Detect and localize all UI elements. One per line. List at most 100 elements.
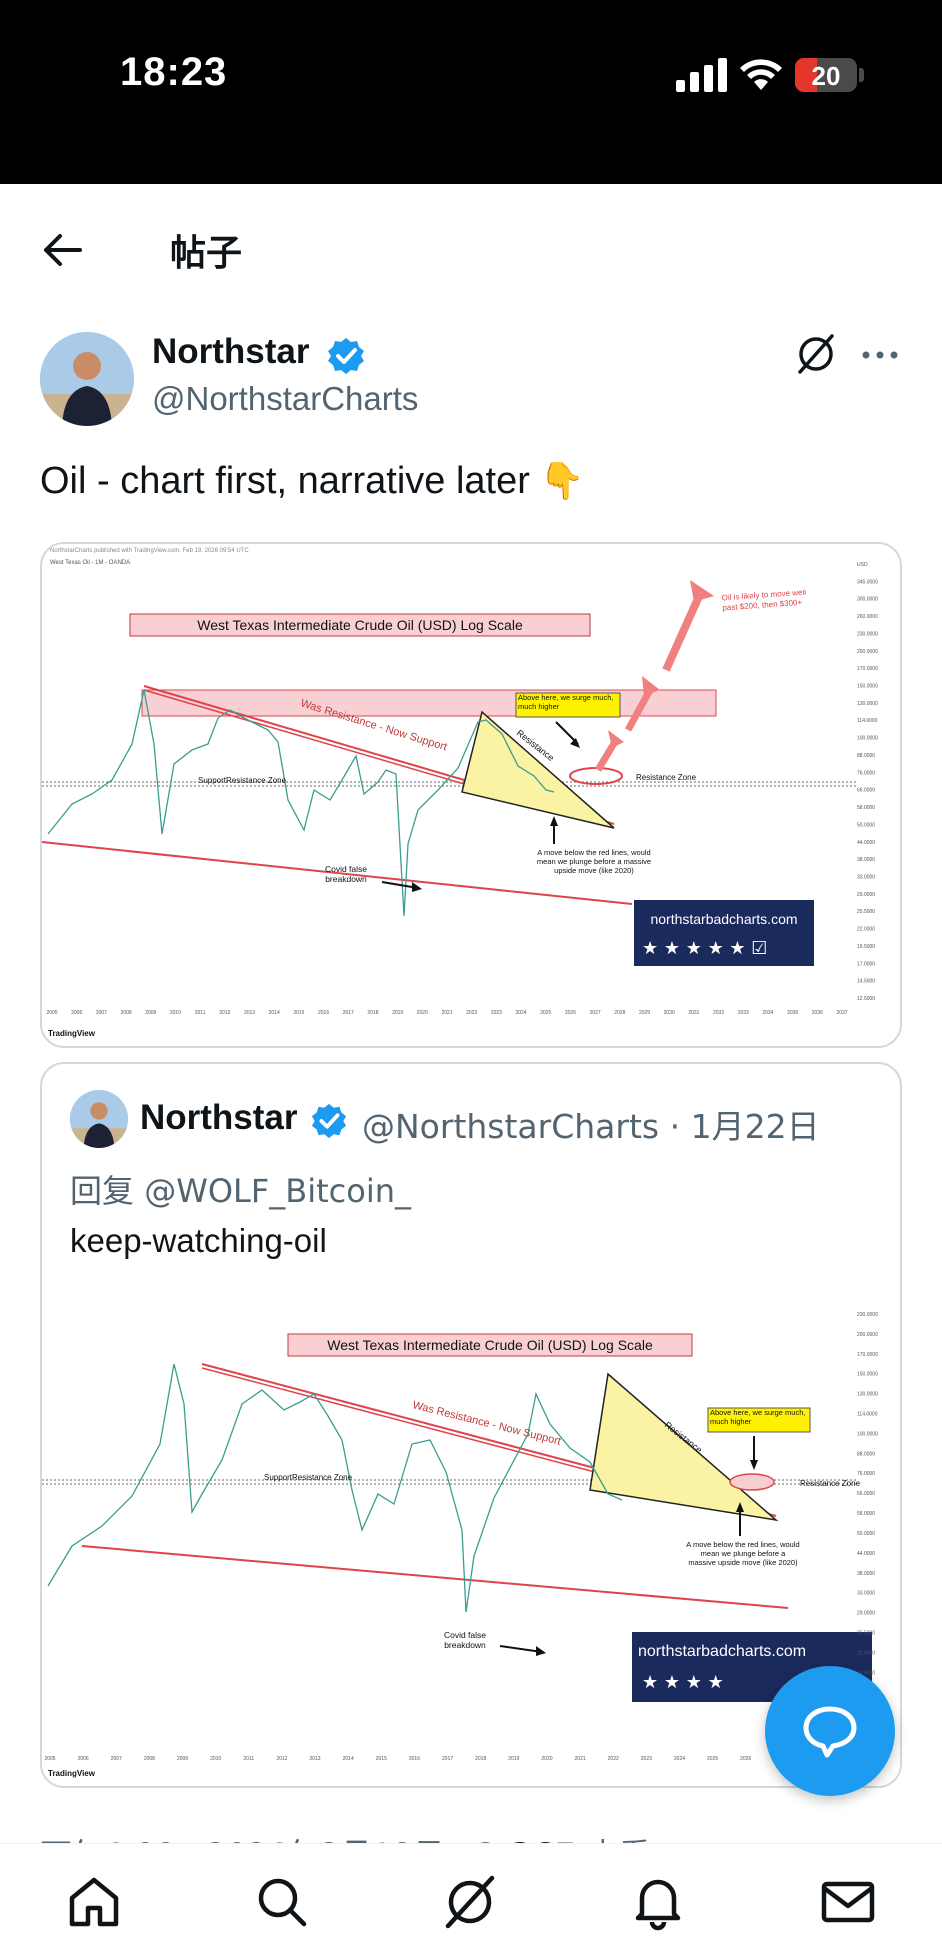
y-tick-label: 22.0000 [857,1650,875,1656]
x-tick-label: 2012 [219,1010,230,1016]
bottom-nav [0,1843,942,1959]
quoted-avatar[interactable] [70,1090,128,1148]
top-bar: 帖子 [0,184,942,314]
y-tick-label: 25.5000 [857,1630,875,1636]
x-tick-label: 2010 [170,1010,181,1016]
x-tick-label: 2027 [590,1010,601,1016]
x-tick-label: 2023 [491,1010,502,1016]
x-tick-label: 2010 [210,1756,221,1762]
y-tick-label: 44.0000 [857,1551,875,1557]
x-tick-label: 2007 [96,1010,107,1016]
quoted-handle: @NorthstarCharts [362,1107,660,1146]
x-tick-label: 2020 [417,1010,428,1016]
y-tick-label: 200.0000 [857,1332,878,1338]
pointing-down-emoji: 👇 [539,460,585,501]
x-tick-label: 2023 [641,1756,652,1762]
y-tick-label: 50.0000 [857,822,875,828]
quoted-author-name[interactable]: Northstar [140,1098,298,1138]
x-tick-label: 2022 [466,1010,477,1016]
quoted-brand-url: northstarbadcharts.com [638,1643,806,1660]
y-tick-label: 22.0000 [857,927,875,933]
y-tick-label: 29.0000 [857,892,875,898]
grok-chat-button[interactable] [765,1666,895,1796]
y-tick-label: 44.0000 [857,840,875,846]
verified-badge-icon [311,1103,347,1139]
x-tick-label: 2037 [836,1010,847,1016]
y-tick-label: 33.0000 [857,874,875,880]
quoted-meta: @NorthstarCharts · 1月22日 [362,1100,820,1148]
x-tick-label: 2014 [343,1756,354,1762]
x-tick-label: 2031 [688,1010,699,1016]
x-tick-label: 2011 [195,1010,206,1016]
notifications-icon[interactable] [628,1872,688,1932]
quoted-label-sr-zone: SupportResistance Zone [264,1473,353,1482]
x-tick-label: 2026 [740,1756,751,1762]
x-tick-label: 2030 [664,1010,675,1016]
x-tick-label: 2012 [276,1756,287,1762]
search-icon[interactable] [252,1872,312,1932]
x-tick-label: 2008 [121,1010,132,1016]
grok-icon[interactable] [794,332,838,376]
author-name[interactable]: Northstar [152,332,310,372]
x-tick-label: 2018 [475,1756,486,1762]
back-arrow-icon[interactable] [40,228,84,272]
x-tick-label: 2013 [244,1010,255,1016]
battery-indicator: 20 [795,58,857,92]
quoted-label-resistance-zone: Resistance Zone [800,1479,861,1488]
y-tick-label: 260.0000 [857,614,878,620]
y-tick-label: 150.0000 [857,1372,878,1378]
quoted-label-covid: Covid false breakdown [443,1630,487,1650]
y-tick-label: 100.0000 [857,736,878,742]
y-tick-label: 25.5000 [857,909,875,915]
y-tick-label: 33.0000 [857,1591,875,1597]
messages-icon[interactable] [818,1872,878,1932]
x-tick-label: 2017 [442,1756,453,1762]
x-tick-label: 2016 [409,1756,420,1762]
status-time: 18:23 [120,50,228,94]
author-handle[interactable]: @NorthstarCharts [152,380,418,418]
x-tick-label: 2029 [639,1010,650,1016]
verified-badge-icon [328,338,364,374]
reply-context: 回复 @WOLF_Bitcoin_ [70,1166,411,1212]
y-tick-label: 170.0000 [857,1352,878,1358]
label-resistance-zone: Resistance Zone [636,773,697,782]
x-tick-label: 2009 [177,1756,188,1762]
x-tick-label: 2006 [71,1010,82,1016]
x-tick-label: 2032 [713,1010,724,1016]
y-tick-label: 170.0000 [857,666,878,672]
post-image[interactable]: NorthstarCharts published with TradingVi… [40,542,902,1048]
quoted-label-move-below: A move below the red lines, would mean w… [686,1540,800,1567]
y-tick-label: 17.0000 [857,961,875,967]
quoted-post[interactable]: Northstar @NorthstarCharts · 1月22日 回复 @W… [40,1062,902,1788]
chart-watermark: NorthstarCharts published with TradingVi… [50,548,249,554]
x-tick-label: 2021 [575,1756,586,1762]
reply-to-handle[interactable]: @WOLF_Bitcoin_ [144,1172,411,1210]
label-sr-zone: SupportResistance Zone [198,776,287,785]
y-tick-label: 130.0000 [857,1392,878,1398]
x-tick-label: 2014 [269,1010,280,1016]
home-icon[interactable] [64,1872,124,1932]
x-tick-label: 2026 [565,1010,576,1016]
x-tick-label: 2006 [78,1756,89,1762]
x-tick-label: 2025 [707,1756,718,1762]
wifi-icon [740,59,782,90]
y-tick-label: 66.0000 [857,1491,875,1497]
y-tick-label: 38.0000 [857,857,875,863]
x-tick-label: 2015 [293,1010,304,1016]
x-tick-label: 2009 [145,1010,156,1016]
y-tick-label: 200.0000 [857,649,878,655]
avatar[interactable] [40,332,134,426]
quoted-text: keep-watching-oil [70,1222,327,1259]
y-tick-label: 29.0000 [857,1611,875,1617]
y-tick-label: 100.0000 [857,1431,878,1437]
y-tick-label: 300.0000 [857,597,878,603]
label-covid: Covid false breakdown [324,864,368,884]
x-tick-label: 2008 [144,1756,155,1762]
x-tick-label: 2005 [46,1010,57,1016]
more-options-icon[interactable] [858,340,902,370]
quoted-brand-stars: ★ ★ ★ ★ [642,1672,724,1693]
grok-nav-icon[interactable] [440,1872,500,1932]
brand-stars: ★ ★ ★ ★ ★ ☑ [642,938,767,959]
y-tick-label: 114.0000 [857,718,878,724]
label-oil-likely: Oil is likely to move well past $200, th… [722,590,807,613]
